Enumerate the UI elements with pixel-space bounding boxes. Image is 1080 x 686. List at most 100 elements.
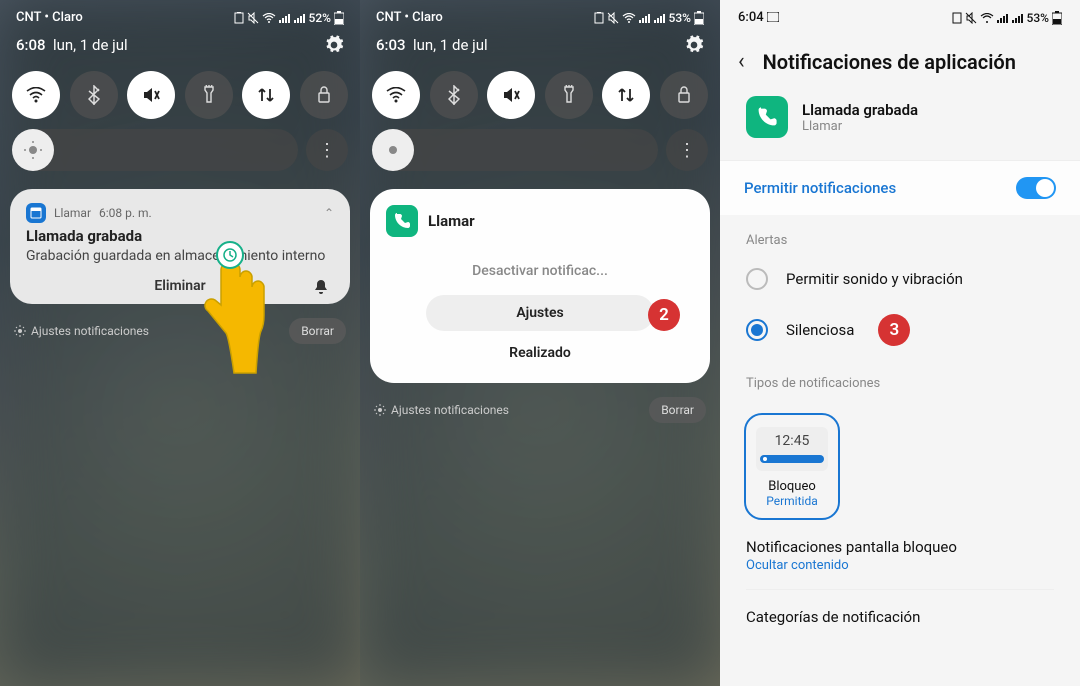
phone-icon xyxy=(386,205,418,237)
lockscreen-preview: 12:45 xyxy=(756,427,828,471)
brightness-slider[interactable] xyxy=(372,129,658,171)
screenshot-panel-2: CNT • Claro 53% 6:03 lun, 1 de jul ⋮ Ll xyxy=(360,0,720,686)
carrier-label: CNT • Claro xyxy=(376,10,443,25)
bell-icon[interactable] xyxy=(312,278,330,296)
app-name: Llamar xyxy=(802,119,918,134)
qs-lock[interactable] xyxy=(300,71,348,119)
radio-sound-vibration[interactable]: Permitir sonido y vibración xyxy=(720,256,1080,302)
wifi-icon xyxy=(980,13,994,23)
qs-data[interactable] xyxy=(602,71,650,119)
qs-wifi[interactable] xyxy=(12,71,60,119)
app-icon xyxy=(26,203,46,223)
type-status: Permitida xyxy=(756,494,828,508)
qs-lock[interactable] xyxy=(660,71,708,119)
row-title: Notificaciones pantalla bloqueo xyxy=(746,538,1054,556)
notification-card[interactable]: Llamar 6:08 p. m. ⌃ Llamada grabada Grab… xyxy=(10,189,350,304)
battery-percent: 52% xyxy=(309,11,331,25)
qs-bluetooth[interactable] xyxy=(430,71,478,119)
signal-icon xyxy=(279,13,291,23)
gear-icon xyxy=(14,325,26,337)
brightness-thumb[interactable] xyxy=(12,129,54,171)
notification-actions: Eliminar xyxy=(26,278,334,294)
qs-flashlight[interactable] xyxy=(185,71,233,119)
mute-icon xyxy=(247,12,259,24)
quick-settings-row xyxy=(360,65,720,129)
time-row: 6:03 lun, 1 de jul xyxy=(360,31,720,65)
battery-level-icon xyxy=(1052,11,1062,25)
back-button[interactable]: ‹ xyxy=(738,49,745,74)
status-bar: CNT • Claro 53% xyxy=(360,0,720,31)
signal-icon xyxy=(639,13,651,23)
qs-mute[interactable] xyxy=(127,71,175,119)
phone-icon xyxy=(746,96,788,138)
page-header: ‹ Notificaciones de aplicación xyxy=(720,31,1080,96)
clear-button[interactable]: Borrar xyxy=(289,318,346,344)
chevron-up-icon[interactable]: ⌃ xyxy=(324,206,334,220)
type-name: Bloqueo xyxy=(756,479,828,494)
qs-mute[interactable] xyxy=(487,71,535,119)
status-icons: 53% xyxy=(952,10,1062,25)
battery-icon xyxy=(594,12,604,24)
battery-icon xyxy=(952,12,962,24)
signal-icon-2 xyxy=(1012,13,1024,23)
mute-icon xyxy=(607,12,619,24)
wifi-icon xyxy=(262,13,276,23)
brightness-slider-row: ⋮ xyxy=(0,129,360,183)
row-title: Categorías de notificación xyxy=(746,608,1054,626)
notification-channel-name: Llamada grabada xyxy=(802,101,918,119)
brightness-more-button[interactable]: ⋮ xyxy=(306,129,348,171)
settings-option[interactable]: Ajustes 2 xyxy=(426,295,654,331)
notification-body: Grabación guardada en almacenamiento int… xyxy=(26,247,334,266)
signal-icon-2 xyxy=(294,13,306,23)
notification-footer: Ajustes notificaciones Borrar xyxy=(0,310,360,352)
qs-bluetooth[interactable] xyxy=(70,71,118,119)
preview-time: 12:45 xyxy=(760,433,824,449)
settings-icon[interactable] xyxy=(324,35,344,55)
hand-icon xyxy=(200,255,270,375)
status-time: 6:04 xyxy=(738,10,779,25)
time-date: 6:08 lun, 1 de jul xyxy=(16,36,128,54)
radio-button-selected[interactable] xyxy=(746,319,768,341)
wifi-icon xyxy=(622,13,636,23)
allow-label: Permitir notificaciones xyxy=(744,179,896,197)
brightness-thumb[interactable] xyxy=(372,129,414,171)
status-bar: CNT • Claro 52% xyxy=(0,0,360,31)
radio-label: Silenciosa xyxy=(786,321,854,339)
settings-icon[interactable] xyxy=(684,35,704,55)
clock-icon xyxy=(216,241,244,269)
quick-settings-row xyxy=(0,65,360,129)
radio-silent[interactable]: Silenciosa 3 xyxy=(720,302,1080,358)
notification-settings-link[interactable]: Ajustes notificaciones xyxy=(374,403,509,417)
qs-flashlight[interactable] xyxy=(545,71,593,119)
battery-level-icon xyxy=(334,11,344,25)
status-icons: 53% xyxy=(594,11,704,25)
screenshot-panel-3: 6:04 53% ‹ Notificaciones de aplicación … xyxy=(720,0,1080,686)
status-icons: 52% xyxy=(234,11,344,25)
qs-wifi[interactable] xyxy=(372,71,420,119)
signal-icon xyxy=(997,13,1009,23)
notification-settings-link[interactable]: Ajustes notificaciones xyxy=(14,324,149,338)
brightness-more-button[interactable]: ⋮ xyxy=(666,129,708,171)
battery-percent: 53% xyxy=(1027,11,1049,25)
time-date: 6:03 lun, 1 de jul xyxy=(376,36,488,54)
lockscreen-type-card[interactable]: 12:45 Bloqueo Permitida xyxy=(744,413,840,520)
done-option[interactable]: Realizado xyxy=(386,331,694,369)
lockscreen-notifications-row[interactable]: Notificaciones pantalla bloqueo Ocultar … xyxy=(720,520,1080,577)
types-section-header: Tipos de notificaciones xyxy=(720,358,1080,399)
tap-indicator xyxy=(200,255,270,375)
notification-categories-row[interactable]: Categorías de notificación xyxy=(720,590,1080,630)
clear-button[interactable]: Borrar xyxy=(649,397,706,423)
disable-notifications-option[interactable]: Desactivar notificac... xyxy=(386,251,694,287)
delete-button[interactable]: Eliminar xyxy=(154,278,205,294)
allow-toggle[interactable] xyxy=(1016,177,1056,199)
radio-button-unselected[interactable] xyxy=(746,268,768,290)
notification-title: Llamada grabada xyxy=(26,227,334,245)
battery-icon xyxy=(234,12,244,24)
qs-data[interactable] xyxy=(242,71,290,119)
alerts-section-header: Alertas xyxy=(720,215,1080,256)
brightness-slider[interactable] xyxy=(12,129,298,171)
time-row: 6:08 lun, 1 de jul xyxy=(0,31,360,65)
allow-notifications-row: Permitir notificaciones xyxy=(720,160,1080,215)
screenshot-panel-1: CNT • Claro 52% 6:08 lun, 1 de jul ⋮ Ll xyxy=(0,0,360,686)
battery-level-icon xyxy=(694,11,704,25)
